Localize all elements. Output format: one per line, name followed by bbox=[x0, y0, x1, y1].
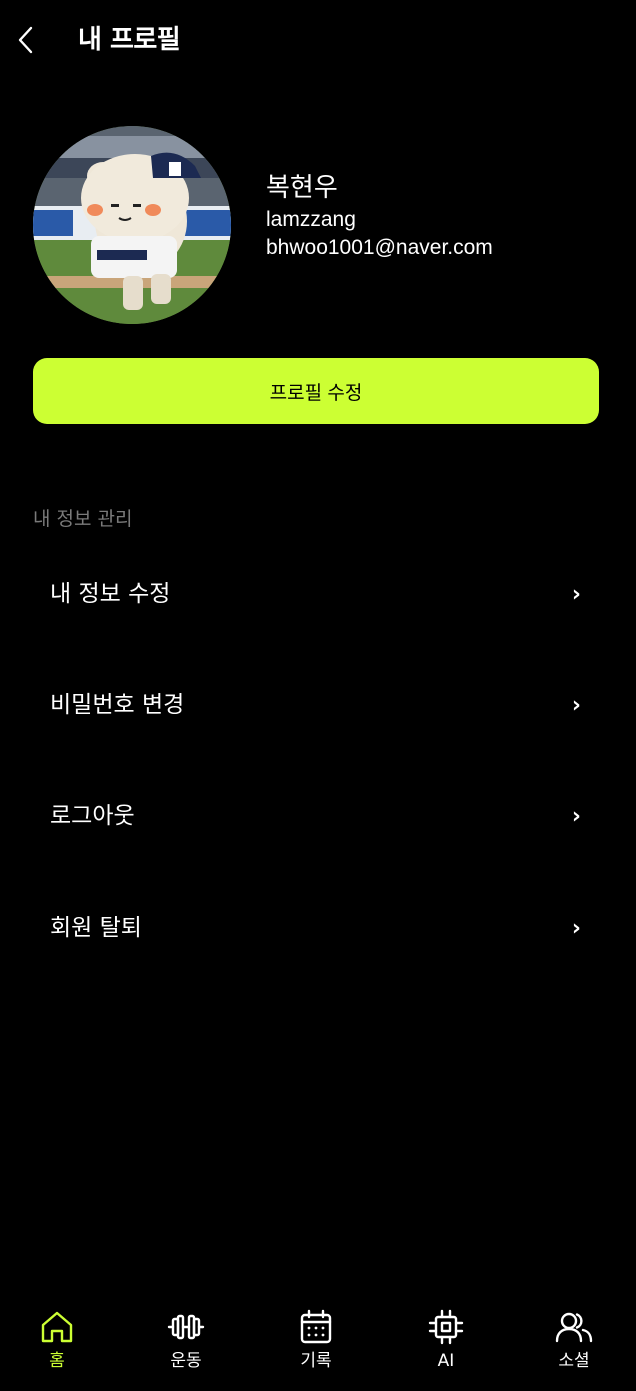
chevron-right-icon: › bbox=[571, 803, 581, 829]
menu-item-logout[interactable]: 로그아웃 › bbox=[33, 784, 599, 848]
home-icon bbox=[41, 1311, 73, 1343]
tab-label: 운동 bbox=[170, 1351, 202, 1371]
avatar-image bbox=[33, 126, 231, 324]
profile-card: 복현우 lamzzang bhwoo1001@naver.com bbox=[33, 126, 603, 326]
tab-label: 기록 bbox=[300, 1351, 332, 1371]
tab-workout[interactable]: 운동 bbox=[141, 1308, 231, 1378]
tab-social[interactable]: 소셜 bbox=[529, 1308, 619, 1378]
menu-item-edit-info[interactable]: 내 정보 수정 › bbox=[33, 562, 599, 626]
profile-nickname: lamzzang bbox=[266, 208, 356, 231]
tab-records[interactable]: 기록 bbox=[271, 1308, 361, 1378]
tab-home[interactable]: 홈 bbox=[12, 1308, 102, 1378]
profile-info: 복현우 lamzzang bhwoo1001@naver.com bbox=[266, 170, 493, 262]
menu-item-label: 내 정보 수정 bbox=[50, 581, 171, 607]
menu-item-change-password[interactable]: 비밀번호 변경 › bbox=[33, 673, 599, 737]
chevron-left-icon bbox=[18, 26, 33, 54]
menu-item-withdraw[interactable]: 회원 탈퇴 › bbox=[33, 896, 599, 960]
menu-item-label: 비밀번호 변경 bbox=[50, 692, 185, 718]
calendar-icon bbox=[300, 1309, 332, 1344]
bottom-tab-bar: 홈 운동 기록 AI 소셜 bbox=[0, 1290, 636, 1391]
profile-name: 복현우 bbox=[266, 173, 338, 203]
profile-email: bhwoo1001@naver.com bbox=[266, 236, 493, 259]
tab-ai[interactable]: AI bbox=[401, 1308, 491, 1378]
tab-label: 홈 bbox=[49, 1351, 65, 1371]
tab-label: 소셜 bbox=[558, 1351, 590, 1371]
menu-item-label: 회원 탈퇴 bbox=[50, 915, 142, 941]
section-label: 내 정보 관리 bbox=[33, 508, 133, 530]
dumbbell-icon bbox=[167, 1314, 205, 1340]
chevron-right-icon: › bbox=[571, 581, 581, 607]
page-title: 내 프로필 bbox=[78, 25, 181, 55]
menu-item-label: 로그아웃 bbox=[50, 803, 135, 829]
chip-icon bbox=[428, 1309, 464, 1345]
tab-label: AI bbox=[437, 1351, 455, 1371]
header: 내 프로필 bbox=[0, 0, 636, 80]
edit-profile-button[interactable]: 프로필 수정 bbox=[33, 358, 599, 424]
chevron-right-icon: › bbox=[571, 915, 581, 941]
chevron-right-icon: › bbox=[571, 692, 581, 718]
back-button[interactable] bbox=[10, 22, 42, 58]
users-icon bbox=[555, 1312, 593, 1343]
avatar[interactable] bbox=[33, 126, 231, 324]
